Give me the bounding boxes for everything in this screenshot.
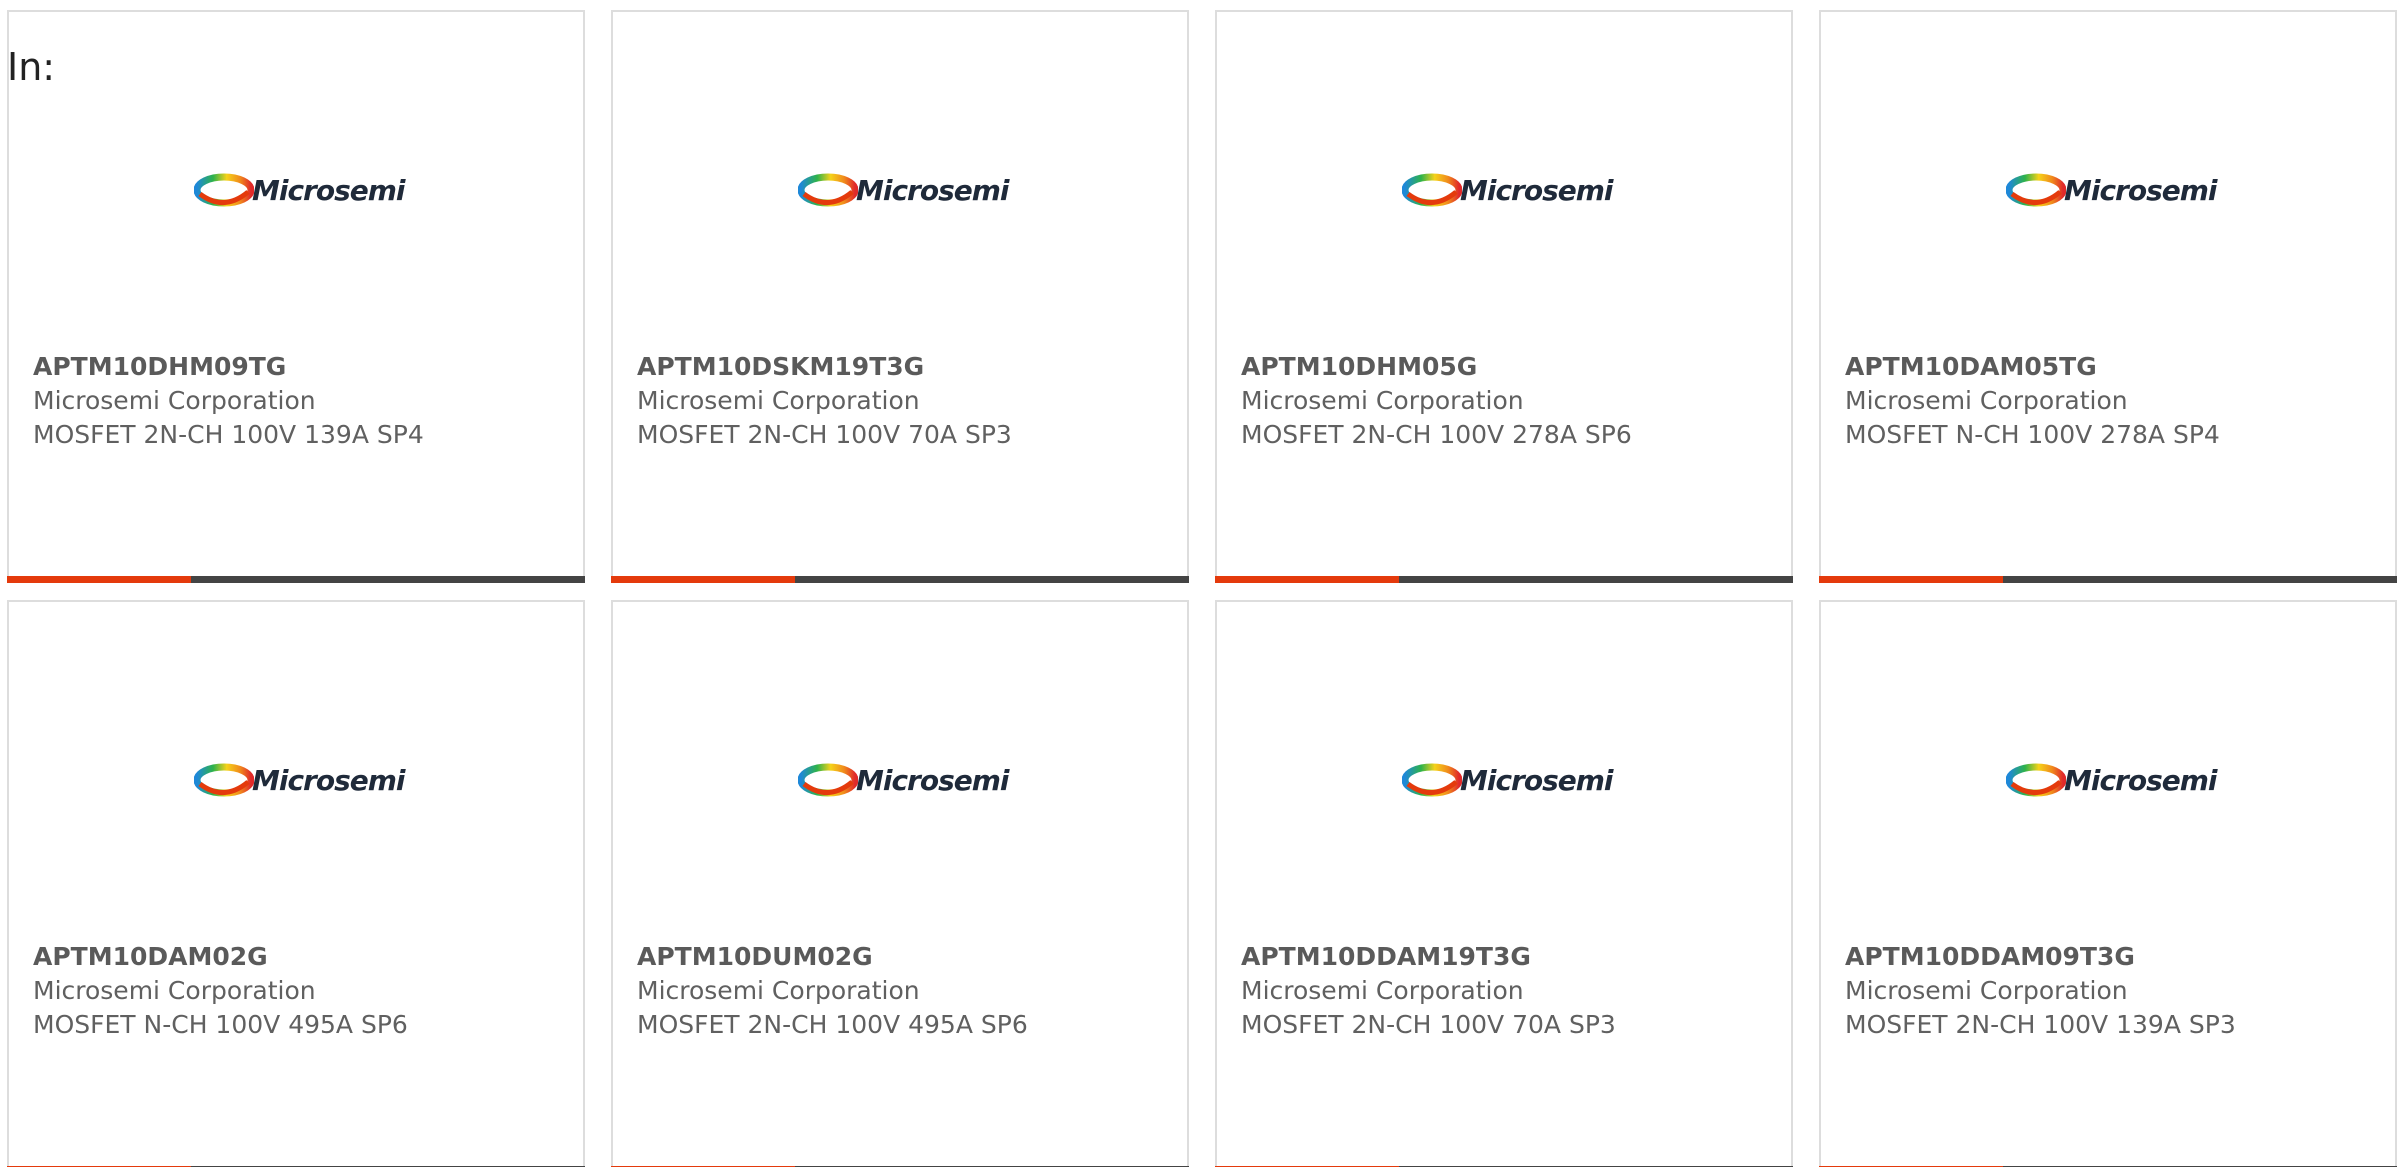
microsemi-logo-icon (194, 173, 254, 207)
manufacturer-logo: Microsemi (798, 168, 1010, 218)
part-number-link[interactable]: APTM10DHM09TG (33, 350, 573, 384)
logo-text: Microsemi (2064, 174, 2218, 207)
part-number-link[interactable]: APTM10DAM05TG (1845, 350, 2385, 384)
manufacturer-logo: Microsemi (194, 168, 406, 218)
product-description: MOSFET N-CH 100V 278A SP4 (1845, 420, 2220, 449)
logo-text: Microsemi (1460, 174, 1614, 207)
product-card[interactable]: Microsemi APTM10DHM09TG Microsemi Corpor… (7, 10, 585, 583)
part-number-link[interactable]: APTM10DUM02G (637, 940, 1177, 974)
product-description: MOSFET 2N-CH 100V 139A SP3 (1845, 1010, 2236, 1039)
microsemi-logo-icon (798, 763, 858, 797)
product-grid-page: In: Microsemi APTM10DHM09TG Microsemi Co… (0, 0, 2400, 1167)
logo-text: Microsemi (252, 174, 406, 207)
product-info: APTM10DUM02G Microsemi Corporation MOSFE… (637, 940, 1177, 1042)
card-bottom-bar (611, 576, 1189, 583)
card-bottom-bar (1819, 576, 2397, 583)
logo-text: Microsemi (1460, 764, 1614, 797)
manufacturer-logo: Microsemi (194, 758, 406, 808)
product-card[interactable]: Microsemi APTM10DAM05TG Microsemi Corpor… (1819, 10, 2397, 583)
product-description: MOSFET N-CH 100V 495A SP6 (33, 1010, 408, 1039)
product-card[interactable]: Microsemi APTM10DUM02G Microsemi Corpora… (611, 600, 1189, 1167)
part-number-link[interactable]: APTM10DDAM19T3G (1241, 940, 1781, 974)
product-description: MOSFET 2N-CH 100V 495A SP6 (637, 1010, 1028, 1039)
manufacturer-name: Microsemi Corporation (1845, 386, 2128, 415)
card-accent-bar (611, 576, 795, 583)
logo-text: Microsemi (856, 174, 1010, 207)
card-bottom-bar (7, 576, 585, 583)
product-info: APTM10DAM05TG Microsemi Corporation MOSF… (1845, 350, 2385, 452)
microsemi-logo-icon (2006, 763, 2066, 797)
manufacturer-logo: Microsemi (1402, 168, 1614, 218)
part-number-link[interactable]: APTM10DHM05G (1241, 350, 1781, 384)
card-accent-bar (7, 576, 191, 583)
manufacturer-name: Microsemi Corporation (637, 976, 920, 1005)
product-card[interactable]: Microsemi APTM10DDAM09T3G Microsemi Corp… (1819, 600, 2397, 1167)
manufacturer-name: Microsemi Corporation (1845, 976, 2128, 1005)
microsemi-logo-icon (1402, 763, 1462, 797)
manufacturer-name: Microsemi Corporation (33, 976, 316, 1005)
logo-text: Microsemi (252, 764, 406, 797)
part-number-link[interactable]: APTM10DDAM09T3G (1845, 940, 2385, 974)
part-number-link[interactable]: APTM10DAM02G (33, 940, 573, 974)
manufacturer-logo: Microsemi (2006, 758, 2218, 808)
card-bottom-bar (1215, 576, 1793, 583)
product-card[interactable]: Microsemi APTM10DSKM19T3G Microsemi Corp… (611, 10, 1189, 583)
manufacturer-logo: Microsemi (1402, 758, 1614, 808)
product-card[interactable]: Microsemi APTM10DDAM19T3G Microsemi Corp… (1215, 600, 1793, 1167)
logo-text: Microsemi (2064, 764, 2218, 797)
microsemi-logo-icon (798, 173, 858, 207)
microsemi-logo-icon (1402, 173, 1462, 207)
microsemi-logo-icon (194, 763, 254, 797)
product-card[interactable]: Microsemi APTM10DHM05G Microsemi Corpora… (1215, 10, 1793, 583)
card-accent-bar (1215, 576, 1399, 583)
product-card[interactable]: Microsemi APTM10DAM02G Microsemi Corpora… (7, 600, 585, 1167)
product-description: MOSFET 2N-CH 100V 70A SP3 (637, 420, 1012, 449)
manufacturer-name: Microsemi Corporation (1241, 976, 1524, 1005)
product-info: APTM10DHM05G Microsemi Corporation MOSFE… (1241, 350, 1781, 452)
product-info: APTM10DDAM19T3G Microsemi Corporation MO… (1241, 940, 1781, 1042)
microsemi-logo-icon (2006, 173, 2066, 207)
manufacturer-name: Microsemi Corporation (1241, 386, 1524, 415)
manufacturer-logo: Microsemi (798, 758, 1010, 808)
logo-text: Microsemi (856, 764, 1010, 797)
product-info: APTM10DHM09TG Microsemi Corporation MOSF… (33, 350, 573, 452)
card-accent-bar (1819, 576, 2003, 583)
part-number-link[interactable]: APTM10DSKM19T3G (637, 350, 1177, 384)
product-description: MOSFET 2N-CH 100V 139A SP4 (33, 420, 424, 449)
product-info: APTM10DDAM09T3G Microsemi Corporation MO… (1845, 940, 2385, 1042)
intro-label: In: (7, 45, 56, 89)
manufacturer-name: Microsemi Corporation (33, 386, 316, 415)
product-info: APTM10DSKM19T3G Microsemi Corporation MO… (637, 350, 1177, 452)
manufacturer-logo: Microsemi (2006, 168, 2218, 218)
manufacturer-name: Microsemi Corporation (637, 386, 920, 415)
product-info: APTM10DAM02G Microsemi Corporation MOSFE… (33, 940, 573, 1042)
product-description: MOSFET 2N-CH 100V 278A SP6 (1241, 420, 1632, 449)
product-description: MOSFET 2N-CH 100V 70A SP3 (1241, 1010, 1616, 1039)
